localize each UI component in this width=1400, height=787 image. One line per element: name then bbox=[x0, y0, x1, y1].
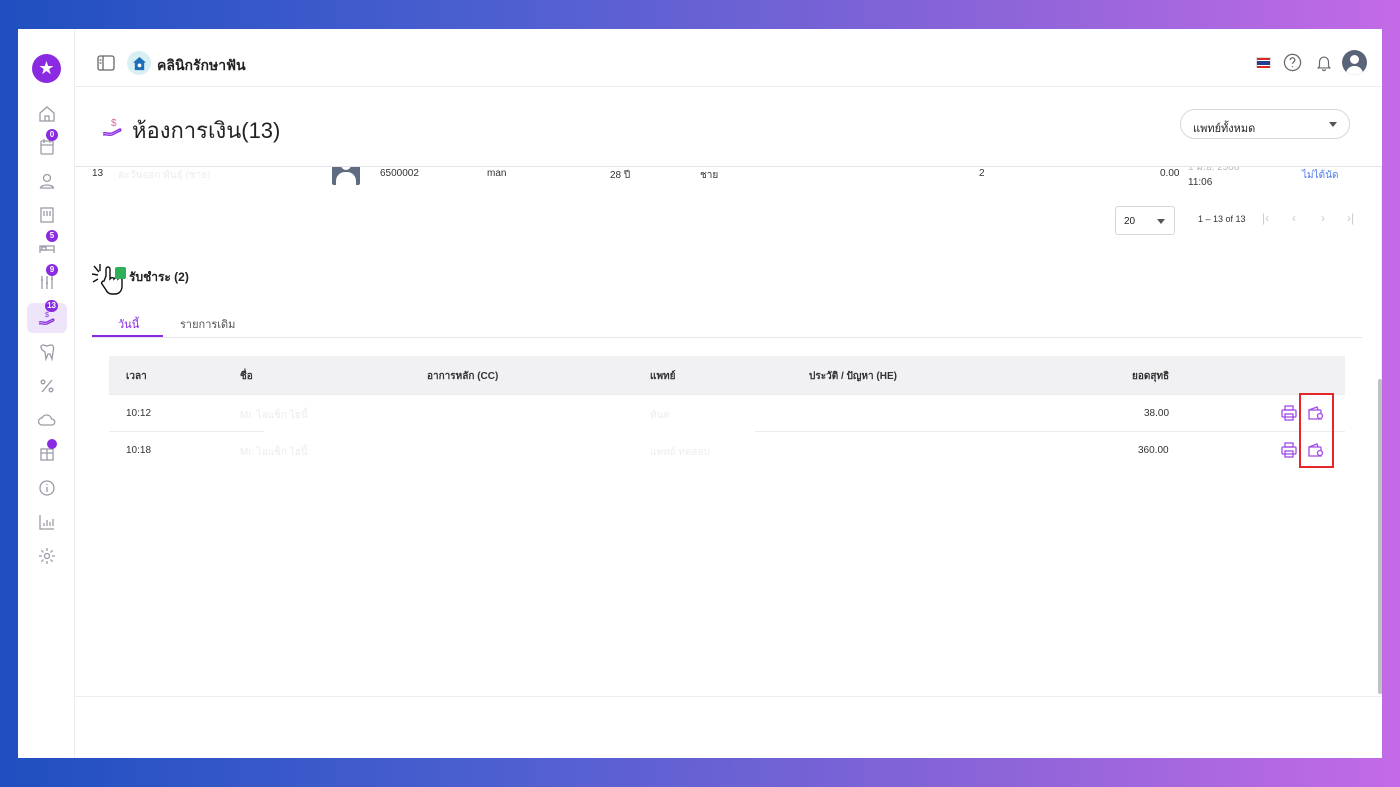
doctor-filter-value: แพทย์ทั้งหมด bbox=[1193, 123, 1256, 135]
thai-flag-icon[interactable] bbox=[1256, 57, 1271, 68]
clinic-home-icon bbox=[127, 51, 151, 75]
finance-badge: 13 bbox=[45, 300, 58, 312]
main-content: 13 ตะวันออก พันธุ์ (ชาย) 6500002 man 28 … bbox=[75, 167, 1382, 697]
page-title: ห้องการเงิน(13) bbox=[132, 118, 281, 143]
help-icon[interactable] bbox=[1283, 53, 1302, 72]
scrollbar[interactable] bbox=[1378, 379, 1382, 694]
info-icon[interactable] bbox=[27, 473, 67, 503]
settings-gear-icon[interactable] bbox=[27, 541, 67, 571]
home-icon[interactable] bbox=[27, 99, 67, 129]
column-header-doctor: แพทย์ bbox=[650, 371, 676, 382]
toggle-sidebar-icon[interactable] bbox=[97, 55, 115, 71]
first-page-icon[interactable]: |‹ bbox=[1262, 211, 1269, 225]
patient-name: ตะวันออก พันธุ์ (ชาย) bbox=[118, 170, 211, 181]
appointment-icon[interactable]: 0 bbox=[27, 129, 67, 162]
tab-today[interactable]: วันนี้ bbox=[118, 315, 139, 333]
chevron-down-icon bbox=[1157, 219, 1165, 224]
clinic-name: คลินิกรักษาฟัน bbox=[157, 57, 246, 73]
report-chart-icon[interactable] bbox=[27, 507, 67, 537]
column-header-cc: อาการหลัก (CC) bbox=[427, 371, 499, 382]
previous-page-icon[interactable]: ‹ bbox=[1292, 211, 1296, 225]
rows-per-page-value: 20 bbox=[1124, 216, 1136, 227]
age: 28 ปี bbox=[610, 170, 631, 181]
bed-icon[interactable]: 5 bbox=[27, 230, 67, 263]
row-divider bbox=[109, 394, 1345, 395]
tools-badge: 9 bbox=[46, 264, 58, 276]
visit-count: 2 bbox=[979, 168, 985, 179]
column-header-he: ประวัติ / ปัญหา (HE) bbox=[809, 371, 897, 382]
app-logo-icon[interactable]: ★ bbox=[32, 54, 61, 83]
row-number: 13 bbox=[92, 168, 104, 179]
cash-hand-icon: $ bbox=[102, 118, 122, 136]
row-net-total: 360.00 bbox=[1138, 445, 1169, 456]
highlight-box bbox=[1299, 393, 1334, 468]
package-dot bbox=[47, 439, 57, 449]
row-time: 10:12 bbox=[126, 408, 152, 419]
row-divider bbox=[109, 431, 264, 432]
doctor-filter-dropdown[interactable]: แพทย์ทั้งหมด bbox=[1180, 109, 1350, 139]
row-patient-name: Mr. ไอแซ็ก ไฮนี้ bbox=[240, 447, 308, 458]
tab-previous[interactable]: รายการเดิม bbox=[180, 315, 235, 333]
queue-board-icon[interactable] bbox=[27, 200, 67, 230]
queue-time: 11:06 bbox=[1188, 177, 1213, 188]
notification-bell-icon[interactable] bbox=[1315, 53, 1333, 72]
chevron-down-icon bbox=[1329, 122, 1337, 127]
app-window: ★ 0 5 9 $ 13 คลินิกรักษาฟัน $ ห้องการเงิ… bbox=[18, 29, 1382, 758]
print-icon[interactable] bbox=[1280, 441, 1298, 459]
next-page-icon[interactable]: › bbox=[1321, 211, 1325, 225]
column-header-net-total: ยอดสุทธิ bbox=[1132, 371, 1170, 382]
cloud-icon[interactable] bbox=[27, 405, 67, 435]
row-doctor: แพทย์ ทดสอบ bbox=[650, 447, 710, 458]
receipt-icon bbox=[115, 267, 126, 279]
user-avatar[interactable] bbox=[1342, 50, 1367, 75]
column-header-name: ชื่อ bbox=[240, 371, 253, 382]
page-header: $ ห้องการเงิน(13) แพทย์ทั้งหมด bbox=[75, 87, 1382, 167]
rows-per-page-select[interactable]: 20 bbox=[1115, 206, 1175, 235]
row-net-total: 38.00 bbox=[1144, 408, 1170, 419]
row-time: 10:18 bbox=[126, 445, 152, 456]
queue-date: 1 มิ.ย. 2566 bbox=[1188, 167, 1240, 173]
section-title: รับชำระ (2) bbox=[129, 270, 189, 284]
tabs-divider bbox=[92, 337, 1362, 338]
svg-text:$: $ bbox=[45, 312, 49, 319]
appointments-badge: 0 bbox=[46, 129, 58, 141]
appointment-status[interactable]: ไม่ได้นัด bbox=[1302, 168, 1338, 183]
dental-tools-icon[interactable]: 9 bbox=[27, 264, 67, 297]
row-patient-name: Mr. ไอแซ็ก ไฮนี้ bbox=[240, 410, 308, 421]
pagination-range: 1 – 13 of 13 bbox=[1198, 214, 1246, 224]
patient-avatar bbox=[332, 167, 360, 185]
click-hand-pointer-icon bbox=[92, 264, 123, 295]
top-bar: คลินิกรักษาฟัน bbox=[75, 29, 1382, 87]
row-doctor: ทันต bbox=[650, 410, 670, 421]
sidebar: ★ 0 5 9 $ 13 bbox=[18, 29, 75, 758]
active-tab-indicator bbox=[92, 335, 163, 337]
svg-text:$: $ bbox=[111, 118, 117, 129]
column-header-time: เวลา bbox=[126, 371, 147, 382]
last-page-icon[interactable]: ›| bbox=[1347, 211, 1354, 225]
hn-number: 6500002 bbox=[380, 168, 419, 179]
percent-icon[interactable] bbox=[27, 371, 67, 401]
amount: 0.00 bbox=[1160, 168, 1180, 179]
nickname: man bbox=[487, 168, 507, 179]
tooth-icon[interactable] bbox=[27, 337, 67, 367]
package-icon[interactable] bbox=[27, 438, 67, 468]
patient-icon[interactable] bbox=[27, 166, 67, 196]
row-divider bbox=[755, 431, 1345, 432]
print-icon[interactable] bbox=[1280, 404, 1298, 422]
bed-badge: 5 bbox=[46, 230, 58, 242]
finance-icon[interactable]: $ 13 bbox=[27, 300, 67, 333]
gender: ชาย bbox=[700, 170, 719, 181]
